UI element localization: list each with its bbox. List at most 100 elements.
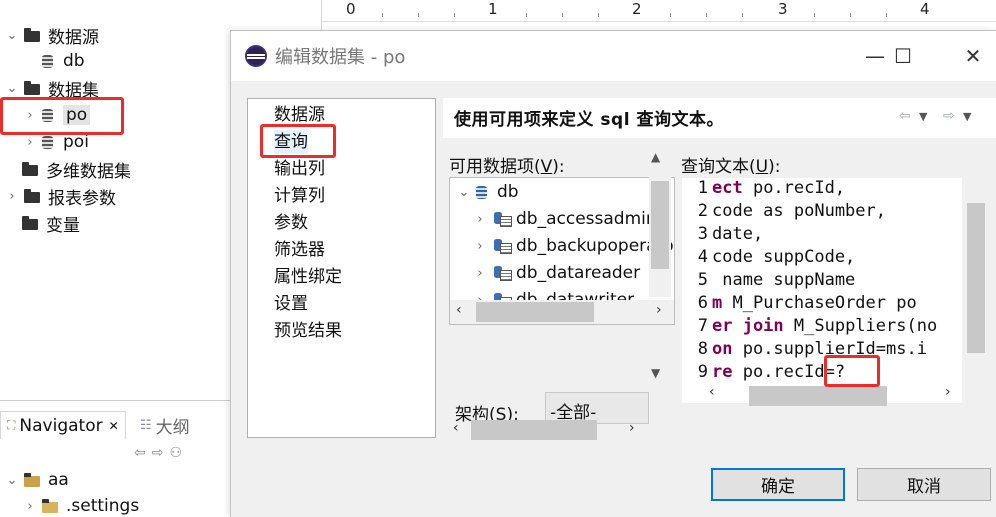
code-line: er join M_Suppliers(no [712, 316, 938, 336]
ok-button[interactable]: 确定 [711, 468, 845, 501]
tree-item-label: 变量 [46, 215, 80, 236]
tree-item-schema[interactable]: › db_accessadmin [472, 206, 657, 232]
tree-item-variables[interactable]: 变量 [22, 210, 80, 236]
tree-item-settings[interactable]: › .settings [22, 493, 139, 517]
page-item-preview-results[interactable]: 预览结果 [274, 319, 342, 343]
page-item-property-binding[interactable]: 属性绑定 [274, 265, 342, 289]
tree-item-report-parameters[interactable]: › 报表参数 [4, 183, 116, 209]
scroll-left-arrow[interactable]: ‹ [709, 384, 715, 400]
chevron-up-icon[interactable]: ▲ [651, 150, 660, 164]
tree-item-label: 数据源 [48, 27, 99, 48]
chevron-down-icon[interactable]: ▼ [919, 110, 927, 123]
highlight-box [260, 124, 336, 158]
tree-item-label: db_datareader [516, 263, 641, 283]
tree-item-cubes[interactable]: 多维数据集 [22, 156, 131, 182]
scroll-right-arrow[interactable]: › [945, 384, 951, 400]
expand-twisty[interactable]: ⌄ [4, 473, 20, 488]
folder-icon [42, 498, 58, 513]
scrollbar-thumb[interactable] [749, 386, 887, 406]
code-line: on po.supplierId=ms.i [712, 339, 927, 359]
page-header: 使用可用项来定义 sql 查询文本。 ⇦ ▼ ⇨ ▼ [443, 98, 996, 138]
page-item-settings[interactable]: 设置 [274, 292, 308, 316]
page-item-filters[interactable]: 筛选器 [274, 238, 325, 262]
tree-item-data-sources[interactable]: ⌄ 数据源 [4, 22, 99, 48]
horizontal-scrollbar[interactable]: ‹ › [450, 300, 674, 324]
query-text-editor[interactable]: 1 ect po.recId, 2 code as poNumber, 3 da… [681, 177, 963, 404]
close-button[interactable]: ✕ [955, 39, 991, 73]
ruler-tick [418, 13, 419, 17]
maximize-button[interactable]: ☐ [885, 39, 921, 73]
ruler-tick [562, 13, 563, 17]
code-line: m M_PurchaseOrder po [712, 293, 917, 313]
scroll-left-arrow[interactable]: ‹ [456, 302, 462, 318]
tree-item-schema[interactable]: › db_datareader [472, 260, 640, 286]
folder-icon [24, 188, 40, 203]
ruler-tick [850, 13, 851, 17]
query-text-label: 查询文本(U): [681, 157, 781, 177]
edit-dataset-dialog: 编辑数据集 - po — ☐ ✕ 数据源 查询 输出列 计算列 参数 筛选器 属… [230, 30, 996, 517]
back-arrow-icon[interactable]: ⇦ [134, 445, 152, 461]
code-line: name suppName [712, 270, 856, 290]
cancel-button[interactable]: 取消 [857, 468, 991, 501]
tree-item-label: 多维数据集 [46, 161, 131, 182]
vertical-scrollbar[interactable] [649, 177, 671, 297]
tab-outline[interactable]: ☷ 大纲 [140, 411, 190, 439]
available-items-tree: ⌄ db › db_accessadmin › db_backupoperato… [449, 177, 675, 325]
scrollbar-thumb[interactable] [471, 420, 597, 440]
tree-item-label: db_accessadmin [516, 209, 657, 229]
page-item-output-columns[interactable]: 输出列 [274, 157, 325, 181]
folder-icon [22, 215, 38, 230]
scrollbar-thumb[interactable] [476, 302, 594, 322]
expand-twisty[interactable]: › [472, 212, 488, 227]
page-item-computed-columns[interactable]: 计算列 [274, 184, 325, 208]
scroll-right-arrow[interactable]: › [656, 302, 662, 318]
tree-item-label: aa [48, 470, 69, 490]
forward-arrow-icon[interactable]: ⇨ [943, 108, 955, 124]
expand-twisty[interactable]: ⌄ [4, 28, 20, 43]
schema-icon [494, 212, 512, 227]
tab-navigator[interactable]: ⛶ Navigator ✕ [0, 411, 126, 439]
scrollbar-thumb[interactable] [651, 181, 669, 269]
expand-twisty[interactable]: › [472, 239, 488, 254]
dialog-titlebar: 编辑数据集 - po — ☐ ✕ [231, 31, 996, 81]
ruler-tick [814, 13, 815, 17]
code-line: ect po.recId, [712, 178, 846, 198]
code-line: code as poNumber, [712, 201, 886, 221]
tab-label: 大纲 [155, 417, 190, 438]
chevron-down-icon[interactable]: ▼ [651, 366, 660, 380]
line-number: 6 [697, 293, 708, 313]
expand-twisty[interactable]: ⌄ [456, 185, 472, 200]
highlight-box [0, 97, 124, 135]
tree-item-label: 报表参数 [48, 188, 116, 209]
page-description: 使用可用项来定义 sql 查询文本。 [454, 110, 724, 130]
database-icon [476, 185, 487, 199]
query-page-content: 使用可用项来定义 sql 查询文本。 ⇦ ▼ ⇨ ▼ 可用数据项(V): ⌄ d… [443, 98, 996, 508]
page-item-parameters[interactable]: 参数 [274, 211, 308, 235]
tree-item-db[interactable]: db [42, 48, 85, 74]
horizontal-scrollbar[interactable]: ‹ › [681, 380, 963, 408]
scrollbar-thumb[interactable] [967, 203, 985, 353]
tree-item-label: db [497, 182, 519, 202]
expand-twisty[interactable]: › [4, 189, 20, 204]
forward-arrow-icon[interactable]: ⇨ [152, 445, 170, 461]
chevron-down-icon[interactable]: ▼ [963, 110, 971, 123]
link-icon[interactable]: ⚇ [169, 445, 188, 461]
expand-twisty[interactable]: › [22, 135, 38, 150]
scroll-right-arrow[interactable]: › [629, 420, 635, 436]
ruler-tick [742, 13, 743, 17]
line-number: 9 [697, 362, 708, 382]
tree-item-db[interactable]: ⌄ db [456, 179, 519, 205]
folder-icon [24, 80, 40, 95]
horizontal-scrollbar[interactable]: ‹ › [449, 416, 649, 440]
line-number: 7 [697, 316, 708, 336]
code-line: date, [712, 224, 764, 244]
tree-item-aa[interactable]: ⌄ aa [4, 467, 69, 493]
scroll-left-arrow[interactable]: ‹ [453, 420, 459, 436]
expand-twisty[interactable]: › [472, 266, 488, 281]
expand-twisty[interactable]: ⌄ [4, 81, 20, 96]
expand-twisty[interactable]: › [22, 499, 38, 514]
close-icon[interactable]: ✕ [109, 419, 119, 433]
vertical-scrollbar[interactable] [963, 177, 989, 383]
tree-item-schema[interactable]: › db_backupoperator [472, 233, 674, 259]
back-arrow-icon[interactable]: ⇦ [899, 108, 911, 124]
